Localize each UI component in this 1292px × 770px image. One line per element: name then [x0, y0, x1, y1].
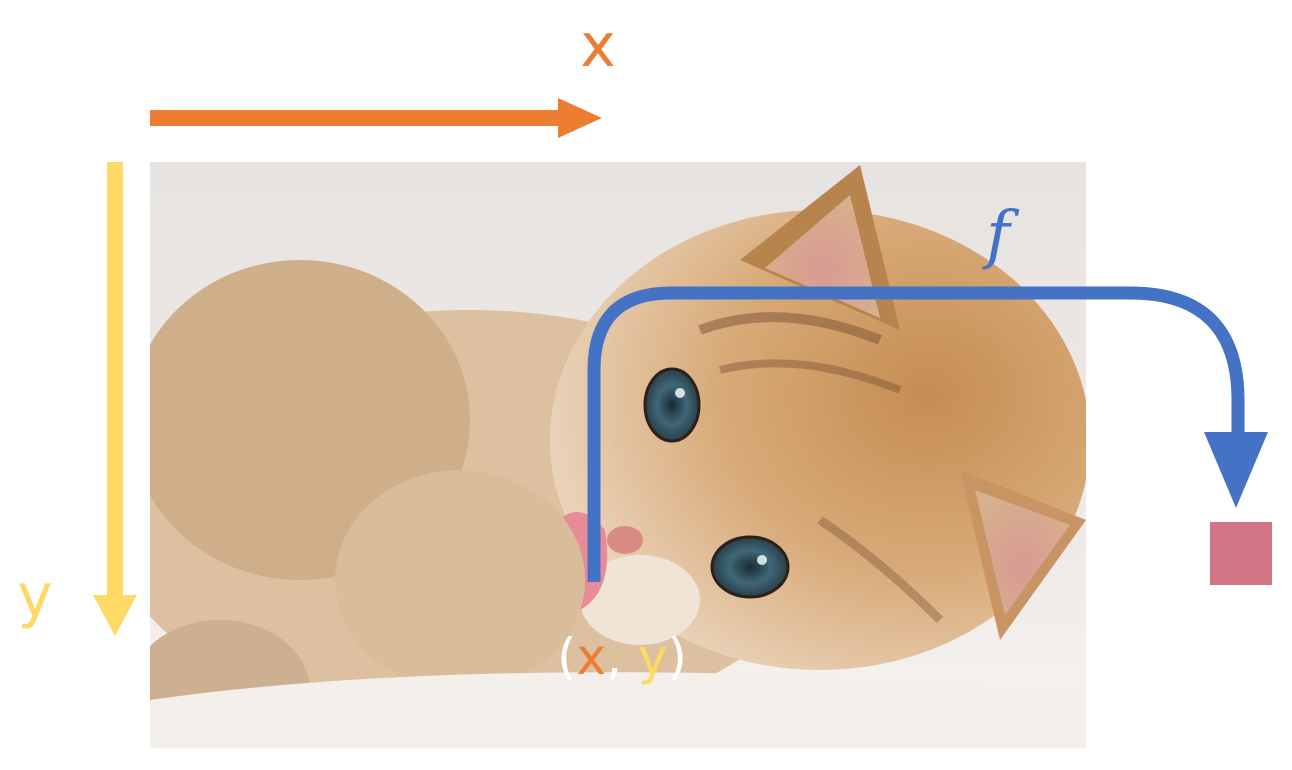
pixel-mapping-diagram: x y f (x, y) — [17, 11, 1272, 748]
coordinate-open-paren: ( — [557, 628, 577, 686]
coordinate-close-paren: ) — [667, 628, 687, 686]
coordinate-comma: , — [606, 628, 638, 686]
output-pixel — [1210, 522, 1272, 585]
x-axis-arrow — [150, 98, 602, 138]
coordinate-y: y — [638, 628, 668, 686]
y-axis-label: y — [17, 561, 53, 631]
coordinate-x: x — [577, 628, 607, 686]
x-axis-label: x — [580, 11, 616, 81]
coordinate-label: (x, y) — [557, 628, 687, 686]
y-axis-arrow — [93, 162, 137, 636]
